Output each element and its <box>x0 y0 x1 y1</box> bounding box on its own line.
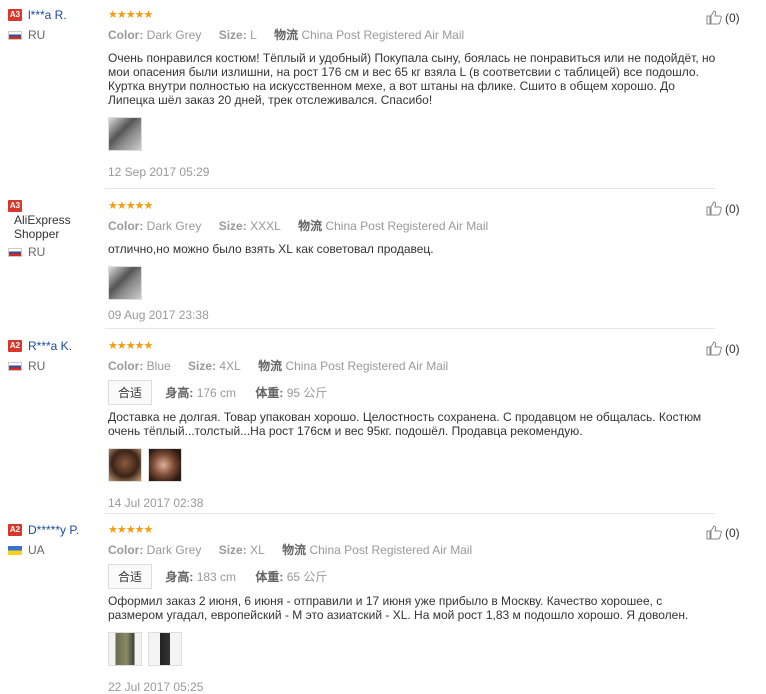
reviewer-country: RU <box>8 245 103 259</box>
review-content: ★★★★★ Color: Dark Grey Size: L 物流 China … <box>108 8 718 179</box>
fit-tag: 合适 <box>108 380 153 405</box>
review-photo-thumbnail[interactable] <box>148 632 182 666</box>
review-photo-thumbnail[interactable] <box>148 448 182 482</box>
fit-tag: 合适 <box>108 564 153 589</box>
reviewer-name[interactable]: D*****y P. <box>28 523 79 537</box>
review-photos <box>108 266 718 302</box>
review-divider <box>105 513 715 514</box>
ukraine-flag-icon <box>8 546 22 556</box>
reviewer-country: RU <box>8 28 103 42</box>
review-photo-thumbnail[interactable] <box>108 117 142 151</box>
review-date: 09 Aug 2017 23:38 <box>108 308 209 322</box>
rating-stars: ★★★★★ <box>108 9 153 21</box>
thumbs-up-icon <box>706 10 722 25</box>
rating-stars: ★★★★★ <box>108 524 153 536</box>
review-text: Доставка не долгая. Товар упакован хорош… <box>108 410 702 438</box>
review-content: ★★★★★ Color: Dark Grey Size: XXXL 物流 Chi… <box>108 199 718 322</box>
buyer-level-badge: A3 <box>8 200 22 212</box>
review-divider <box>105 328 715 329</box>
review-photos <box>108 448 718 484</box>
review-text: Очень понравился костюм! Тёплый и удобны… <box>108 51 716 107</box>
reviewer-country: RU <box>8 359 103 373</box>
review-text: Оформил заказ 2 июня, 6 июня - отправили… <box>108 594 689 622</box>
buyer-level-badge: A2 <box>8 524 22 536</box>
review-photos <box>108 117 718 153</box>
order-attributes: Color: Blue Size: 4XL 物流 China Post Regi… <box>108 359 449 373</box>
review-date: 22 Jul 2017 05:25 <box>108 680 204 694</box>
body-measurements: 合适 身高: 176 cm 体重: 95 公斤 <box>108 380 718 405</box>
thumbs-up-icon <box>706 201 722 216</box>
rating-stars: ★★★★★ <box>108 200 153 212</box>
rating-stars: ★★★★★ <box>108 340 153 352</box>
order-attributes: Color: Dark Grey Size: XL 物流 China Post … <box>108 543 473 557</box>
review-divider <box>105 188 715 189</box>
helpful-button[interactable]: (0) <box>706 10 740 25</box>
reviewer-info: A3 AliExpress Shopper RU <box>8 199 103 259</box>
order-attributes: Color: Dark Grey Size: XXXL 物流 China Pos… <box>108 219 489 233</box>
russia-flag-icon <box>8 248 22 258</box>
reviewer-country: UA <box>8 543 103 557</box>
thumbs-up-icon <box>706 525 722 540</box>
review-content: ★★★★★ Color: Dark Grey Size: XL 物流 China… <box>108 523 718 694</box>
review-photo-thumbnail[interactable] <box>108 448 142 482</box>
reviewer-name[interactable]: R***a K. <box>28 339 72 353</box>
reviewer-info: A2 R***a K. RU <box>8 339 103 373</box>
reviewer-info: A2 D*****y P. UA <box>8 523 103 557</box>
thumbs-up-icon <box>706 341 722 356</box>
review-content: ★★★★★ Color: Blue Size: 4XL 物流 China Pos… <box>108 339 718 510</box>
review-text: отлично,но можно было взять XL как совет… <box>108 242 434 256</box>
helpful-button[interactable]: (0) <box>706 201 740 216</box>
reviewer-name[interactable]: l***a R. <box>28 8 67 22</box>
review-photo-thumbnail[interactable] <box>108 266 142 300</box>
body-measurements: 合适 身高: 183 cm 体重: 65 公斤 <box>108 564 718 589</box>
reviewer-info: A3 l***a R. RU <box>8 8 103 42</box>
review-date: 14 Jul 2017 02:38 <box>108 496 204 510</box>
buyer-level-badge: A2 <box>8 340 22 352</box>
order-attributes: Color: Dark Grey Size: L 物流 China Post R… <box>108 28 465 42</box>
review-date: 12 Sep 2017 05:29 <box>108 165 210 179</box>
russia-flag-icon <box>8 31 22 41</box>
helpful-button[interactable]: (0) <box>706 341 740 356</box>
review-photos <box>108 632 718 668</box>
reviewer-name[interactable]: AliExpress Shopper <box>14 213 96 241</box>
helpful-button[interactable]: (0) <box>706 525 740 540</box>
russia-flag-icon <box>8 362 22 372</box>
buyer-level-badge: A3 <box>8 9 22 21</box>
review-photo-thumbnail[interactable] <box>108 632 142 666</box>
